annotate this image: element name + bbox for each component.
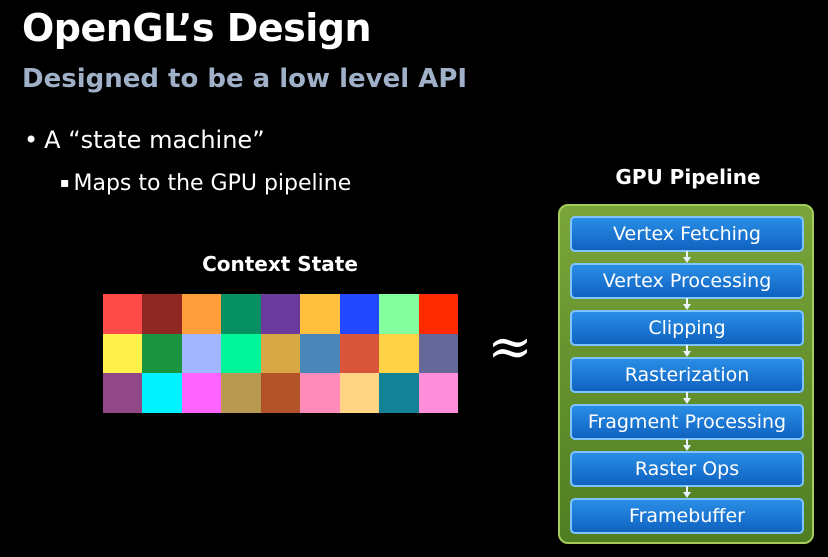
state-cell — [142, 373, 182, 413]
state-cell — [181, 294, 222, 334]
bullet-text: Maps to the GPU pipeline — [73, 171, 352, 196]
pipeline-stage: Rasterization — [570, 357, 804, 393]
sub-bullet-gpu-pipeline: ▪ Maps to the GPU pipeline — [60, 171, 351, 196]
pipeline-stage: Vertex Fetching — [570, 216, 804, 252]
context-state-label: Context State — [202, 252, 358, 276]
down-arrow-icon — [683, 439, 691, 451]
state-cell — [418, 294, 458, 334]
down-arrow-icon — [683, 392, 691, 404]
down-arrow-icon — [683, 486, 691, 498]
pipeline-stage: Fragment Processing — [570, 404, 804, 440]
pipeline-stage: Clipping — [570, 310, 804, 346]
state-cell — [103, 373, 143, 413]
gpu-pipeline-diagram: Vertex Fetching Vertex Processing Clipping… — [558, 204, 814, 544]
pipeline-stage: Vertex Processing — [570, 263, 804, 299]
state-cell — [300, 333, 340, 374]
down-arrow-icon — [683, 345, 691, 357]
bullet-text: A “state machine” — [44, 126, 265, 154]
context-state-grid — [103, 294, 458, 413]
down-arrow-icon — [683, 251, 691, 263]
slide-subtitle: Designed to be a low level API — [22, 64, 468, 94]
approx-equal-symbol: ≈ — [487, 315, 533, 378]
pipeline-stage: Raster Ops — [570, 451, 804, 487]
state-cell — [300, 294, 340, 334]
state-cell — [379, 333, 419, 374]
state-cell — [339, 333, 380, 374]
state-cell — [142, 294, 182, 334]
state-cell — [103, 294, 143, 334]
state-cell — [260, 294, 301, 334]
state-cell — [339, 373, 380, 413]
state-cell — [379, 294, 419, 334]
state-cell — [103, 333, 143, 374]
state-cell — [260, 333, 301, 374]
bullet-state-machine: • A “state machine” — [24, 126, 265, 154]
state-cell — [418, 333, 458, 374]
state-cell — [379, 373, 419, 413]
state-cell — [339, 294, 380, 334]
state-cell — [300, 373, 340, 413]
down-arrow-icon — [683, 298, 691, 310]
bullet-dot-icon: • — [24, 126, 39, 154]
gpu-pipeline-label: GPU Pipeline — [615, 165, 761, 189]
state-cell — [260, 373, 301, 413]
state-cell — [221, 373, 261, 413]
slide-title: OpenGL’s Design — [22, 6, 372, 50]
state-cell — [418, 373, 458, 413]
state-cell — [221, 333, 261, 374]
bullet-square-icon: ▪ — [60, 175, 70, 191]
state-cell — [142, 333, 182, 374]
pipeline-stage: Framebuffer — [570, 498, 804, 534]
state-cell — [181, 373, 222, 413]
state-cell — [181, 333, 222, 374]
state-cell — [221, 294, 261, 334]
